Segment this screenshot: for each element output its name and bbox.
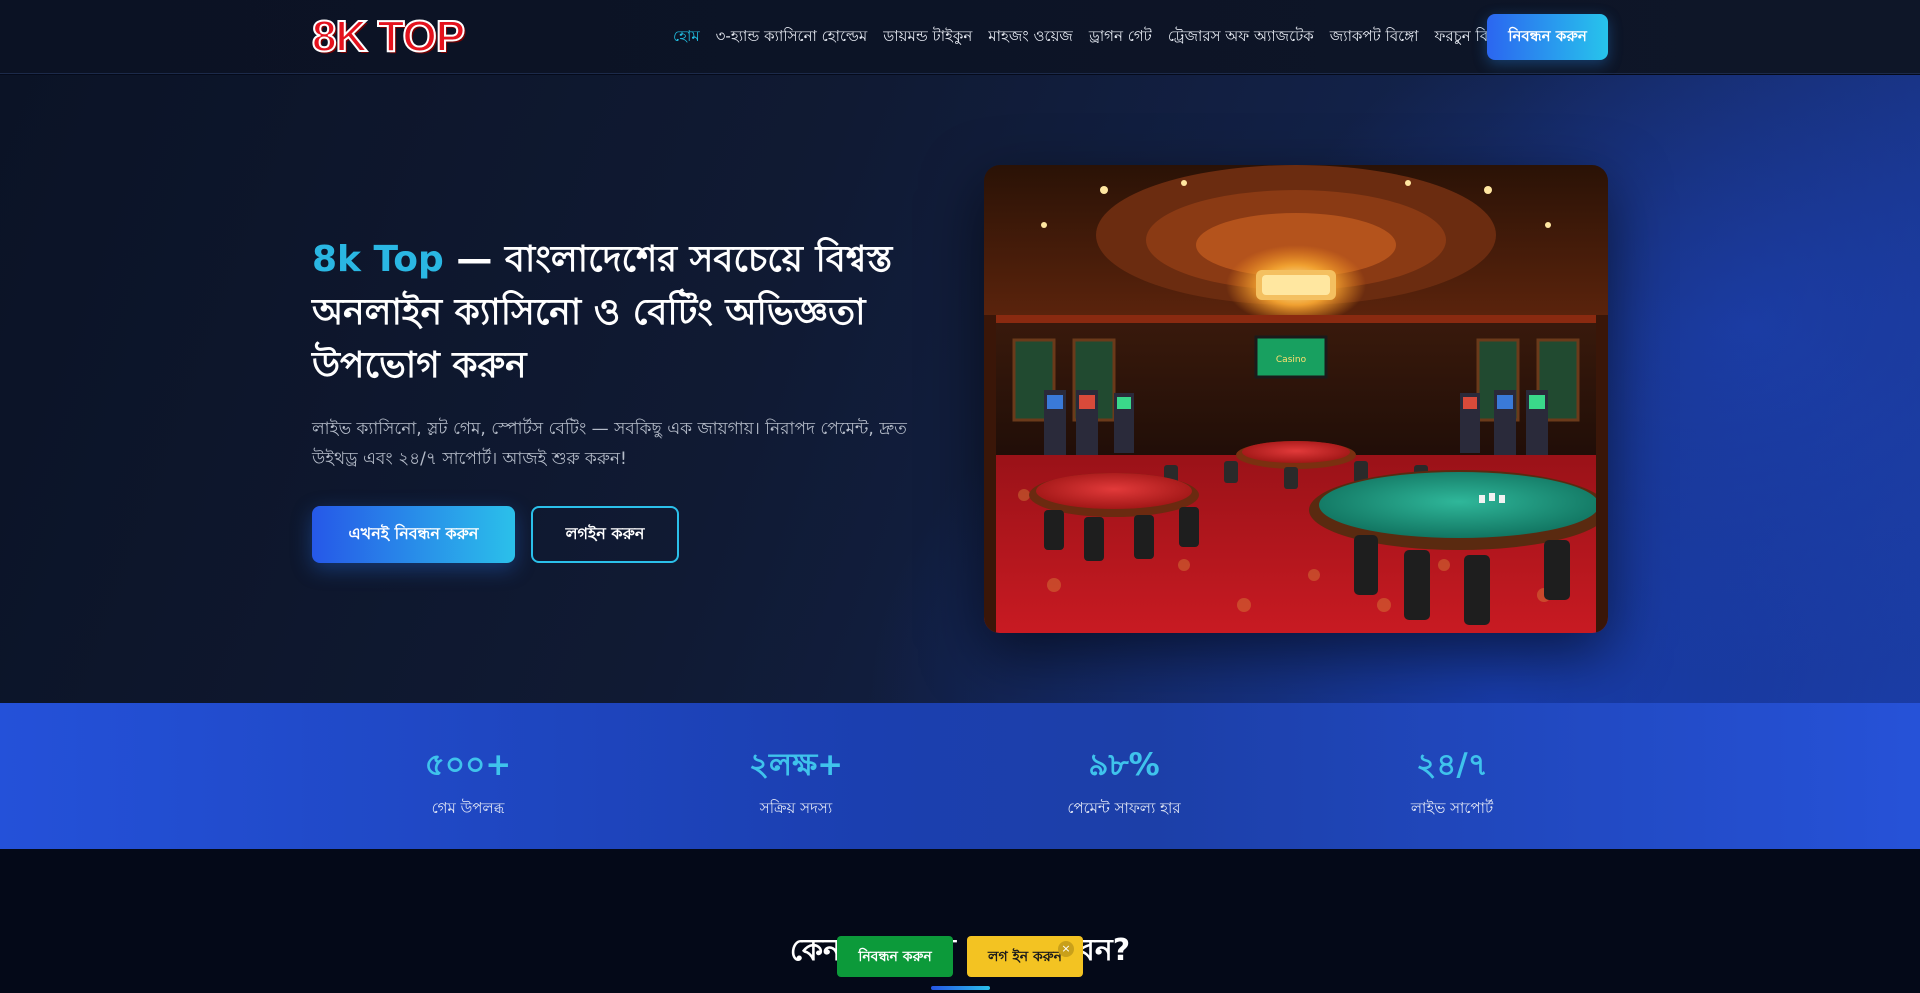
title-underline	[931, 986, 990, 990]
close-icon[interactable]: ×	[1058, 941, 1074, 957]
nav-register-button[interactable]: নিবন্ধন করুন	[1487, 14, 1608, 60]
stat-value: ২৪/৭	[1416, 747, 1488, 783]
main-nav: হোম ৩-হ্যান্ড ক্যাসিনো হোল্ডেম ডায়মন্ড …	[673, 22, 1509, 52]
logo-text: 8K TOP	[311, 12, 466, 61]
site-logo[interactable]: 8K TOP	[311, 12, 466, 61]
nav-item-home[interactable]: হোম	[673, 25, 700, 50]
nav-item-mahjong-ways[interactable]: মাহজং ওয়েজ	[988, 25, 1073, 50]
hero-subtitle: লাইভ ক্যাসিনো, স্লট গেম, স্পোর্টস বেটিং …	[312, 419, 907, 469]
features-title: কেন আমাদের বেছে নেবেন?	[789, 933, 1131, 968]
stat-label: পেমেন্ট সাফল্য হার	[1067, 799, 1181, 817]
hero-title-brand: 8k Top	[312, 239, 444, 280]
stat-label: সক্রিয় সদস্য	[759, 799, 833, 817]
stat-payment-success: ৯৮% পেমেন্ট সাফল্য হার	[1014, 703, 1234, 849]
nav-item-jackpot-bingo[interactable]: জ্যাকপট বিঙ্গো	[1330, 25, 1419, 50]
sticky-register-button[interactable]: নিবন্ধন করুন	[837, 936, 953, 977]
nav-item-treasures-of-aztec[interactable]: ট্রেজারস অফ অ্যাজটেক	[1168, 25, 1314, 50]
stat-live-support: ২৪/৭ লাইভ সাপোর্ট	[1342, 703, 1562, 849]
stat-value: ৫০০+	[424, 747, 512, 783]
casino-hall-image: Casino	[984, 165, 1608, 633]
nav-item-3-hand-casino-holdem[interactable]: ৩-হ্যান্ড ক্যাসিনো হোল্ডেম	[716, 25, 868, 50]
stat-value: ২লক্ষ+	[748, 747, 844, 783]
nav-item-dragon-gate[interactable]: ড্রাগন গেট	[1089, 25, 1152, 50]
top-navbar: 8K TOP হোম ৩-হ্যান্ড ক্যাসিনো হোল্ডেম ডা…	[0, 0, 1920, 74]
hero-title: 8k Top — বাংলাদেশের সবচেয়ে বিশ্বস্ত অনল…	[312, 233, 932, 392]
nav-item-diamond-tycoon[interactable]: ডায়মন্ড টাইকুন	[883, 25, 972, 50]
stats-bar: ৫০০+ গেম উপলব্ধ ২লক্ষ+ সক্রিয় সদস্য ৯৮%…	[0, 703, 1920, 849]
register-now-button[interactable]: এখনই নিবন্ধন করুন	[312, 506, 515, 563]
hero-section: 8k Top — বাংলাদেশের সবচেয়ে বিশ্বস্ত অনল…	[0, 75, 1920, 703]
stat-games: ৫০০+ গেম উপলব্ধ	[358, 703, 578, 849]
tv-sign-text: Casino	[1276, 355, 1307, 365]
stat-label: গেম উপলব্ধ	[431, 799, 505, 817]
login-button[interactable]: লগইন করুন	[531, 506, 679, 563]
stat-value: ৯৮%	[1088, 747, 1160, 783]
stat-members: ২লক্ষ+ সক্রিয় সদস্য	[686, 703, 906, 849]
stat-label: লাইভ সাপোর্ট	[1410, 799, 1494, 817]
features-section: কেন আমাদের বেছে নেবেন?	[0, 849, 1920, 993]
